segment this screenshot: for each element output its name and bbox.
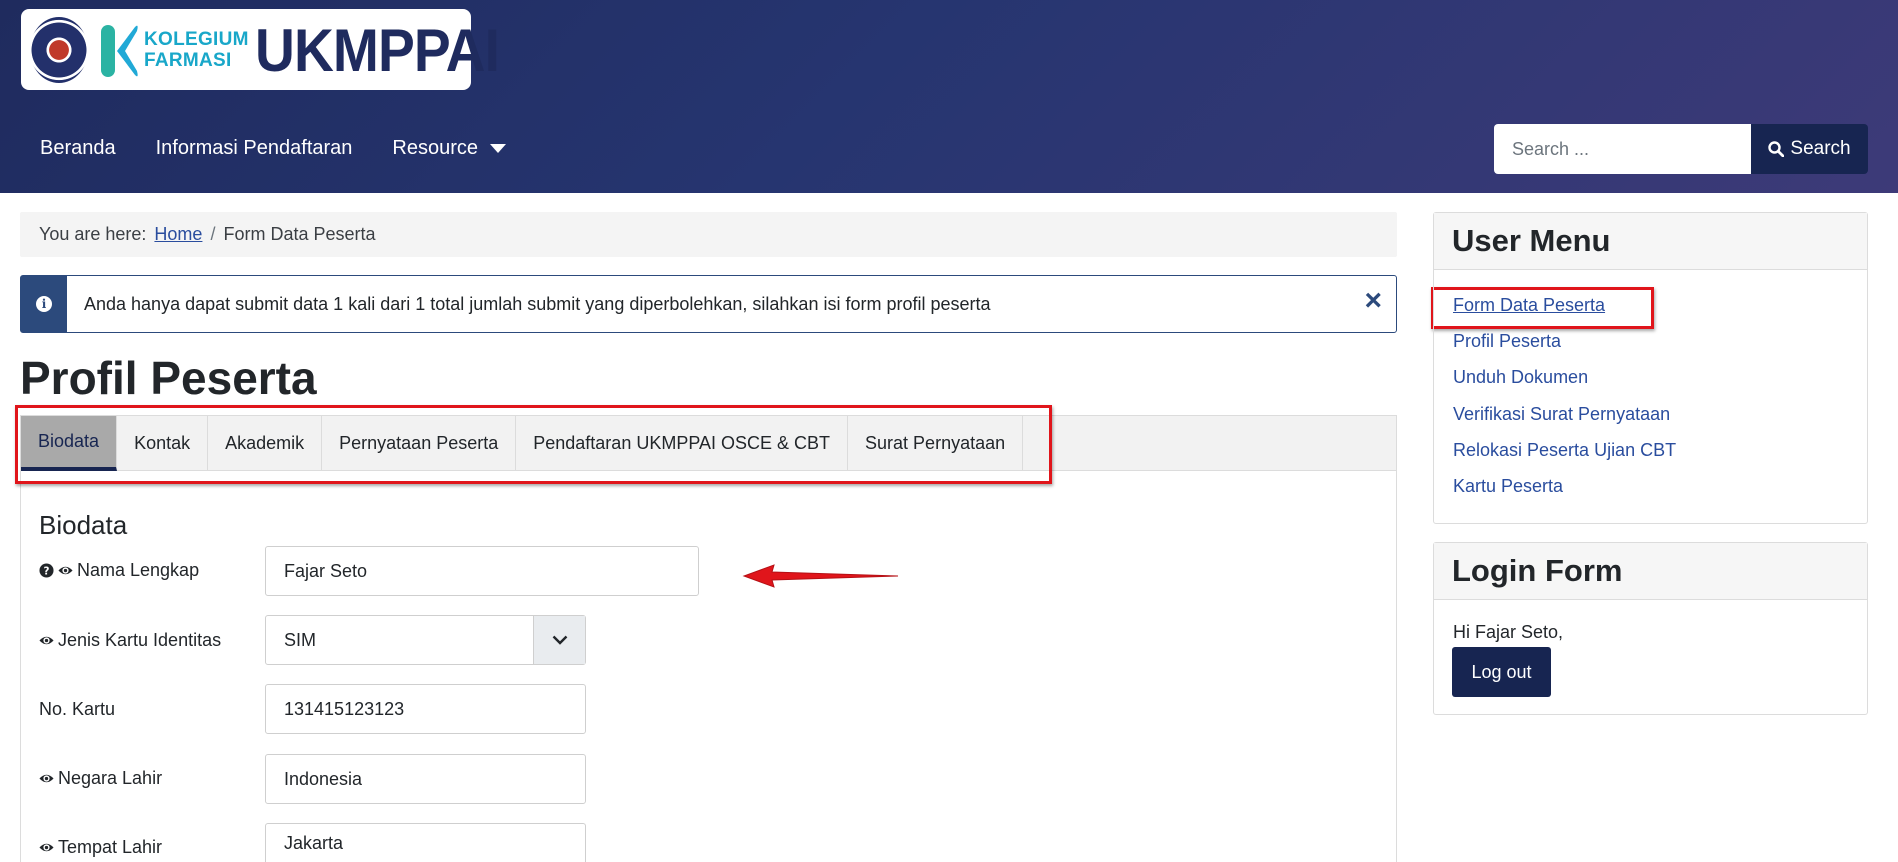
menu-link-verifikasi-surat[interactable]: Verifikasi Surat Pernyataan	[1453, 404, 1670, 425]
annotation-arrow-icon	[742, 564, 899, 588]
field-label-negara-lahir: Negara Lahir	[39, 768, 162, 789]
page-title: Profil Peserta	[20, 352, 317, 404]
nav-item-resource-label: Resource	[392, 137, 479, 159]
field-label-text: No. Kartu	[39, 699, 116, 719]
eye-icon[interactable]	[58, 563, 73, 578]
nav-item-resource[interactable]: Resource	[392, 137, 507, 160]
field-label-no-kartu: No. Kartu	[39, 699, 115, 720]
site-header: KOLEGIUM FARMASI UKMPPAI Beranda Informa…	[0, 0, 1898, 193]
eye-icon[interactable]	[39, 771, 54, 786]
eye-icon[interactable]	[39, 633, 54, 648]
breadcrumb-home-link[interactable]: Home	[154, 224, 202, 245]
select-value: SIM	[284, 629, 317, 650]
svg-text:?: ?	[44, 565, 50, 577]
logout-button[interactable]: Log out	[1452, 647, 1551, 697]
close-icon[interactable]: ×	[1364, 286, 1382, 316]
menu-link-profil-peserta[interactable]: Profil Peserta	[1453, 331, 1561, 352]
field-label-nama-lengkap: ? Nama Lengkap	[39, 560, 199, 581]
field-label-text: Jenis Kartu Identitas	[58, 630, 222, 650]
field-label-jenis-kartu: Jenis Kartu Identitas	[39, 630, 221, 651]
no-kartu-input[interactable]: 131415123123	[265, 684, 586, 734]
menu-link-relokasi-cbt[interactable]: Relokasi Peserta Ujian CBT	[1453, 440, 1676, 461]
nama-lengkap-input[interactable]: Fajar Seto	[265, 546, 699, 596]
field-label-text: Negara Lahir	[58, 768, 163, 788]
search-button-label: Search	[1790, 138, 1851, 159]
greeting-text: Hi Fajar Seto,	[1453, 622, 1564, 642]
breadcrumb-current: Form Data Peserta	[223, 224, 376, 244]
info-icon: i	[36, 296, 52, 312]
tempat-lahir-input[interactable]: Jakarta	[265, 823, 586, 862]
search-input[interactable]	[1494, 124, 1751, 174]
search-button[interactable]: Search	[1751, 124, 1868, 174]
kolegium-wordmark: KOLEGIUM FARMASI	[144, 29, 249, 71]
section-title-biodata: Biodata	[39, 510, 128, 540]
alert-icon-column: i	[21, 276, 67, 332]
login-form-title: Login Form	[1434, 543, 1867, 600]
user-menu-title: User Menu	[1434, 213, 1867, 270]
kolegium-k-logo-icon	[101, 25, 138, 77]
field-label-text: Tempat Lahir	[58, 837, 163, 857]
search-icon	[1768, 141, 1785, 157]
nav-item-beranda[interactable]: Beranda	[40, 137, 116, 160]
menu-link-form-data-peserta[interactable]: Form Data Peserta	[1453, 295, 1605, 316]
alert-message: Anda hanya dapat submit data 1 kali dari…	[84, 293, 991, 314]
site-logo[interactable]: KOLEGIUM FARMASI UKMPPAI	[21, 9, 500, 90]
ukmppai-wordmark: UKMPPAI	[255, 17, 500, 84]
question-circle-icon[interactable]: ?	[39, 563, 54, 578]
caret-down-icon	[490, 144, 507, 153]
annotation-box-tabs	[15, 405, 1052, 484]
nav-item-informasi-pendaftaran[interactable]: Informasi Pendaftaran	[156, 137, 353, 160]
eye-icon[interactable]	[39, 840, 54, 855]
chevron-down-icon[interactable]	[533, 616, 585, 664]
breadcrumb-separator: /	[210, 224, 216, 244]
breadcrumb: You are here: Home / Form Data Peserta	[20, 212, 1397, 257]
menu-link-kartu-peserta[interactable]: Kartu Peserta	[1453, 476, 1563, 497]
menu-link-unduh-dokumen[interactable]: Unduh Dokumen	[1453, 367, 1588, 388]
seal-logo-icon	[30, 17, 88, 83]
main-nav: Beranda Informasi Pendaftaran Resource	[40, 137, 546, 160]
field-label-tempat-lahir: Tempat Lahir	[39, 837, 162, 858]
negara-lahir-input[interactable]: Indonesia	[265, 754, 586, 804]
field-label-text: Nama Lengkap	[77, 560, 200, 580]
info-alert: i Anda hanya dapat submit data 1 kali da…	[20, 275, 1397, 333]
jenis-kartu-select[interactable]: SIM	[265, 615, 586, 665]
breadcrumb-prefix: You are here:	[39, 224, 147, 244]
